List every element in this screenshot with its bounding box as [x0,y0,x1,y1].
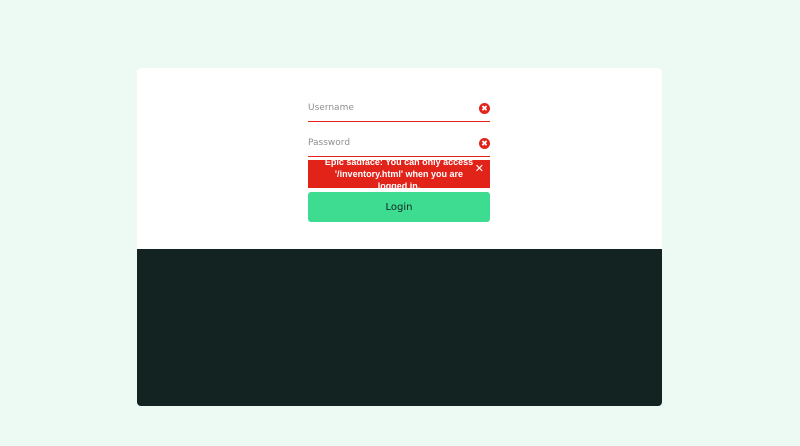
password-field-wrapper: ✖ [308,131,490,157]
password-error-icon: ✖ [479,138,490,149]
login-button[interactable]: Login [308,192,490,222]
error-message-container: Epic sadface: You can only access '/inve… [308,160,490,188]
card-bottom-panel [137,249,662,406]
username-input[interactable] [308,96,468,120]
username-field-wrapper: ✖ [308,96,490,122]
error-close-icon[interactable]: ✕ [475,163,484,174]
login-card: ✖ ✖ Epic sadface: You can only access '/… [137,68,662,406]
login-form: ✖ ✖ Epic sadface: You can only access '/… [308,96,490,222]
username-error-icon: ✖ [479,103,490,114]
password-input[interactable] [308,131,468,155]
error-message-text: Epic sadface: You can only access '/inve… [324,160,474,188]
